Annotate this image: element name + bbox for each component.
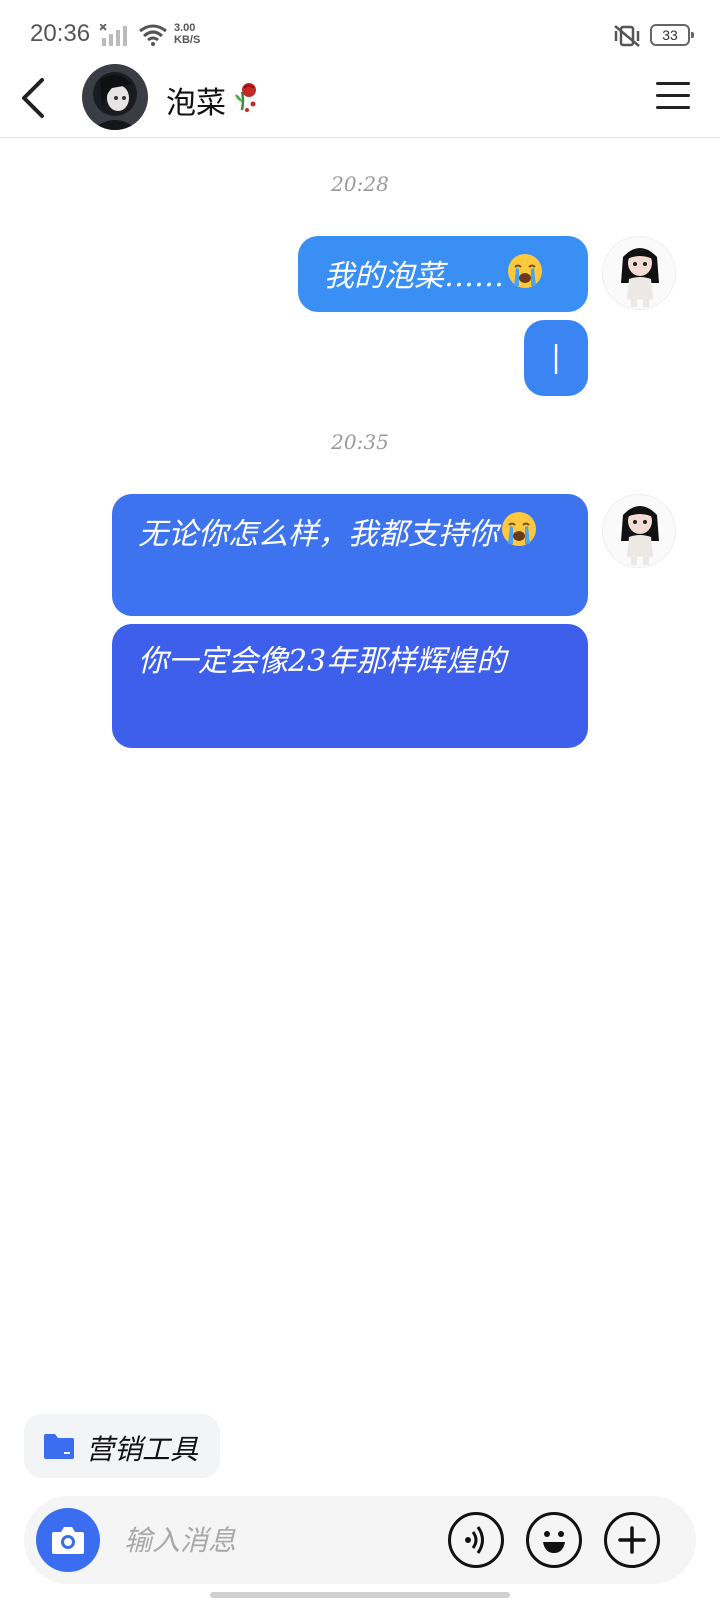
marketing-tools-label: 营销工具: [86, 1433, 199, 1466]
marketing-tools-button[interactable]: 营销工具: [24, 1414, 220, 1478]
crying-emoji-icon: [506, 252, 544, 303]
contact-avatar[interactable]: [82, 64, 148, 130]
message-bubble[interactable]: 无论你怎么样，我都支持你: [112, 494, 588, 616]
voice-button[interactable]: [448, 1512, 504, 1568]
message-bubble[interactable]: |: [524, 320, 588, 396]
signal-icon: [99, 23, 130, 50]
message-bubble[interactable]: 你一定会像23年那样辉煌的: [112, 624, 588, 748]
net-speed-unit: KB/S: [174, 34, 201, 46]
status-time: 20:36: [30, 20, 91, 47]
message-timestamp: 20:35: [331, 430, 389, 454]
my-avatar[interactable]: [602, 236, 676, 310]
message-timestamp: 20:28: [331, 172, 389, 196]
crying-emoji-icon: [500, 510, 538, 561]
battery-level: 33: [662, 27, 678, 43]
back-arrow-icon: [22, 78, 44, 118]
battery-icon: 33: [650, 24, 694, 46]
back-button[interactable]: [16, 76, 56, 120]
message-text: 你一定会像23年那样辉煌的: [138, 644, 507, 679]
folder-icon: [42, 1432, 76, 1464]
message-text: 我的泡菜……: [324, 254, 544, 294]
emoji-icon: [543, 1531, 565, 1553]
emoji-button[interactable]: [526, 1512, 582, 1568]
chat-header: 泡菜: [0, 64, 720, 138]
mute-vibrate-icon: [612, 24, 642, 52]
net-speed-value: 3.00: [174, 22, 196, 34]
camera-button[interactable]: [36, 1508, 100, 1572]
message-input-bar: [24, 1496, 696, 1584]
wifi-icon: [138, 24, 168, 50]
contact-name: 泡菜: [166, 86, 226, 121]
camera-icon: [52, 1527, 84, 1554]
message-text: |: [550, 340, 562, 375]
menu-icon: [656, 82, 690, 85]
message-bubble[interactable]: 我的泡菜……: [298, 236, 588, 312]
my-avatar[interactable]: [602, 494, 676, 568]
more-button[interactable]: [604, 1512, 660, 1568]
net-speed: 3.00 KB/S: [174, 22, 200, 46]
status-bar: 20:36 3.00 KB/S 33: [0, 0, 720, 64]
home-indicator[interactable]: [210, 1592, 510, 1598]
plus-icon: [618, 1526, 646, 1554]
menu-button[interactable]: [656, 82, 692, 112]
message-input[interactable]: [124, 1518, 424, 1562]
wilted-rose-icon: [232, 80, 260, 118]
voice-icon: [465, 1526, 484, 1554]
message-text: 无论你怎么样，我都支持你: [138, 512, 538, 552]
